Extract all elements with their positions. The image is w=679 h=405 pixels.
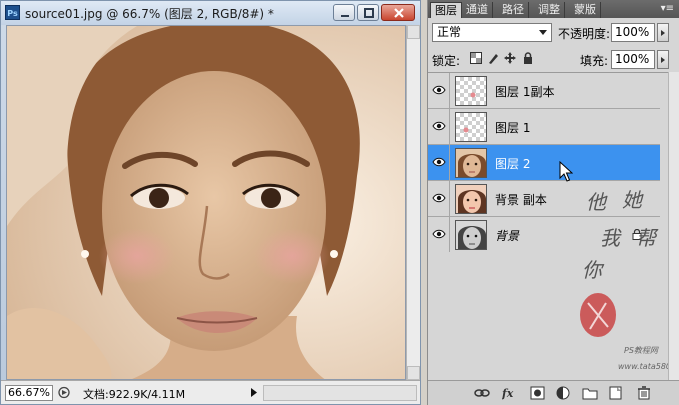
portrait-thumbnail	[458, 190, 486, 213]
svg-text:www.tata580.com: www.tata580.com	[618, 362, 673, 371]
tab-layers[interactable]: 图层	[430, 2, 462, 18]
add-mask-icon[interactable]	[530, 386, 546, 400]
fill-slider-button[interactable]	[657, 50, 669, 69]
watermark-logo: 他 她 我 帮 你 PS教程网 www.tata580.com	[580, 188, 673, 371]
opacity-slider-button[interactable]	[657, 23, 669, 42]
layers-scrollbar[interactable]	[668, 72, 679, 380]
eye-icon	[432, 121, 446, 131]
layer-thumbnail	[455, 148, 487, 178]
visibility-toggle[interactable]	[428, 217, 450, 252]
watermark-char: 他	[586, 190, 608, 214]
panel-menu-icon[interactable]: ▾≡	[661, 3, 674, 14]
document-title-bar[interactable]: Ps source01.jpg @ 66.7% (图层 2, RGB/8#) *	[1, 1, 420, 25]
watermark-char: 我	[600, 226, 622, 250]
lock-position-icon[interactable]	[504, 52, 516, 64]
image-canvas[interactable]	[6, 25, 406, 380]
minimize-icon	[341, 15, 349, 17]
visibility-toggle[interactable]	[428, 181, 450, 216]
lock-pixels-icon[interactable]	[487, 52, 499, 64]
watermark-char: 她	[622, 188, 644, 212]
layer-name: 背景	[495, 229, 520, 243]
layer-row[interactable]: 图层 1副本	[428, 73, 660, 109]
tab-channels[interactable]: 通道	[462, 2, 493, 18]
scroll-up-arrow[interactable]	[407, 25, 420, 39]
scroll-down-arrow[interactable]	[407, 366, 420, 380]
pink-dot-thumbnail	[470, 92, 476, 98]
blend-mode-select[interactable]: 正常	[432, 23, 552, 42]
status-menu-icon[interactable]	[57, 385, 71, 400]
lock-all-icon[interactable]	[522, 52, 534, 64]
document-title: source01.jpg @ 66.7% (图层 2, RGB/8#) *	[25, 7, 274, 21]
opacity-label: 不透明度:	[558, 27, 611, 41]
link-layers-icon[interactable]	[474, 386, 490, 400]
visibility-toggle[interactable]	[428, 109, 450, 144]
adjustment-layer-icon[interactable]	[556, 386, 572, 400]
blend-mode-value: 正常	[437, 25, 462, 39]
svg-text:PS教程网: PS教程网	[624, 346, 659, 355]
vertical-scrollbar[interactable]	[406, 25, 420, 380]
document-size-info: 文档:922.9K/4.11M	[83, 388, 186, 401]
new-group-icon[interactable]	[582, 386, 598, 400]
status-arrow-icon[interactable]	[249, 385, 259, 400]
lock-transparency-icon[interactable]	[470, 52, 482, 64]
minimize-button[interactable]	[333, 4, 355, 21]
mouse-cursor-icon	[559, 161, 573, 182]
eye-icon	[432, 157, 446, 167]
eye-icon	[432, 85, 446, 95]
visibility-toggle[interactable]	[428, 145, 450, 180]
layer-name: 图层 1副本	[495, 85, 555, 99]
close-button[interactable]	[381, 4, 415, 21]
document-status-bar: 66.67% 文档:922.9K/4.11M	[1, 380, 420, 404]
restore-button[interactable]	[357, 4, 379, 21]
visibility-toggle[interactable]	[428, 73, 450, 108]
restore-icon	[364, 8, 374, 18]
layer-name: 背景 副本	[495, 193, 547, 207]
layer-thumbnail	[455, 76, 487, 106]
layer-thumbnail	[455, 112, 487, 142]
lock-options-row: 锁定: 填充: 100%	[428, 47, 679, 71]
photoshop-app-icon: Ps	[5, 5, 20, 20]
watermark-char: 帮	[636, 226, 659, 250]
portrait-thumbnail	[458, 154, 486, 177]
eye-icon	[432, 229, 446, 239]
eye-icon	[432, 193, 446, 203]
delete-layer-icon[interactable]	[636, 386, 652, 400]
close-icon	[394, 8, 404, 18]
document-window: Ps source01.jpg @ 66.7% (图层 2, RGB/8#) *	[0, 0, 421, 405]
panel-tab-bar: 图层 通道 路径 调整 蒙版 ▾≡	[428, 0, 679, 18]
layers-panel: 图层 通道 路径 调整 蒙版 ▾≡ 正常 不透明度: 100% 锁定: 填充:	[427, 0, 679, 405]
fill-input[interactable]: 100%	[611, 50, 655, 69]
zoom-input[interactable]: 66.67%	[5, 385, 53, 401]
layer-style-icon[interactable]: fx	[502, 386, 518, 400]
tab-paths[interactable]: 路径	[498, 2, 529, 18]
layer-name: 图层 1	[495, 121, 531, 135]
watermark-char: 你	[582, 258, 605, 282]
tab-adjustments[interactable]: 调整	[534, 2, 565, 18]
portrait-image	[7, 26, 405, 379]
layers-panel-footer: fx	[428, 380, 679, 405]
layer-thumbnail	[455, 220, 487, 250]
layer-row-selected[interactable]: 图层 2	[428, 145, 660, 181]
opacity-input[interactable]: 100%	[611, 23, 655, 42]
blend-options-row: 正常 不透明度: 100%	[428, 20, 679, 46]
layer-row[interactable]: 图层 1	[428, 109, 660, 145]
tab-masks[interactable]: 蒙版	[570, 2, 601, 18]
layer-thumbnail	[455, 184, 487, 214]
fill-label: 填充:	[580, 54, 609, 68]
pink-dot-thumbnail	[463, 127, 469, 133]
new-layer-icon[interactable]	[608, 386, 624, 400]
portrait-thumbnail	[458, 226, 486, 249]
chevron-down-icon	[539, 30, 547, 35]
horizontal-scrollbar[interactable]	[263, 385, 417, 401]
lock-label: 锁定:	[432, 54, 461, 68]
svg-text:fx: fx	[502, 387, 514, 400]
layer-name: 图层 2	[495, 157, 531, 171]
